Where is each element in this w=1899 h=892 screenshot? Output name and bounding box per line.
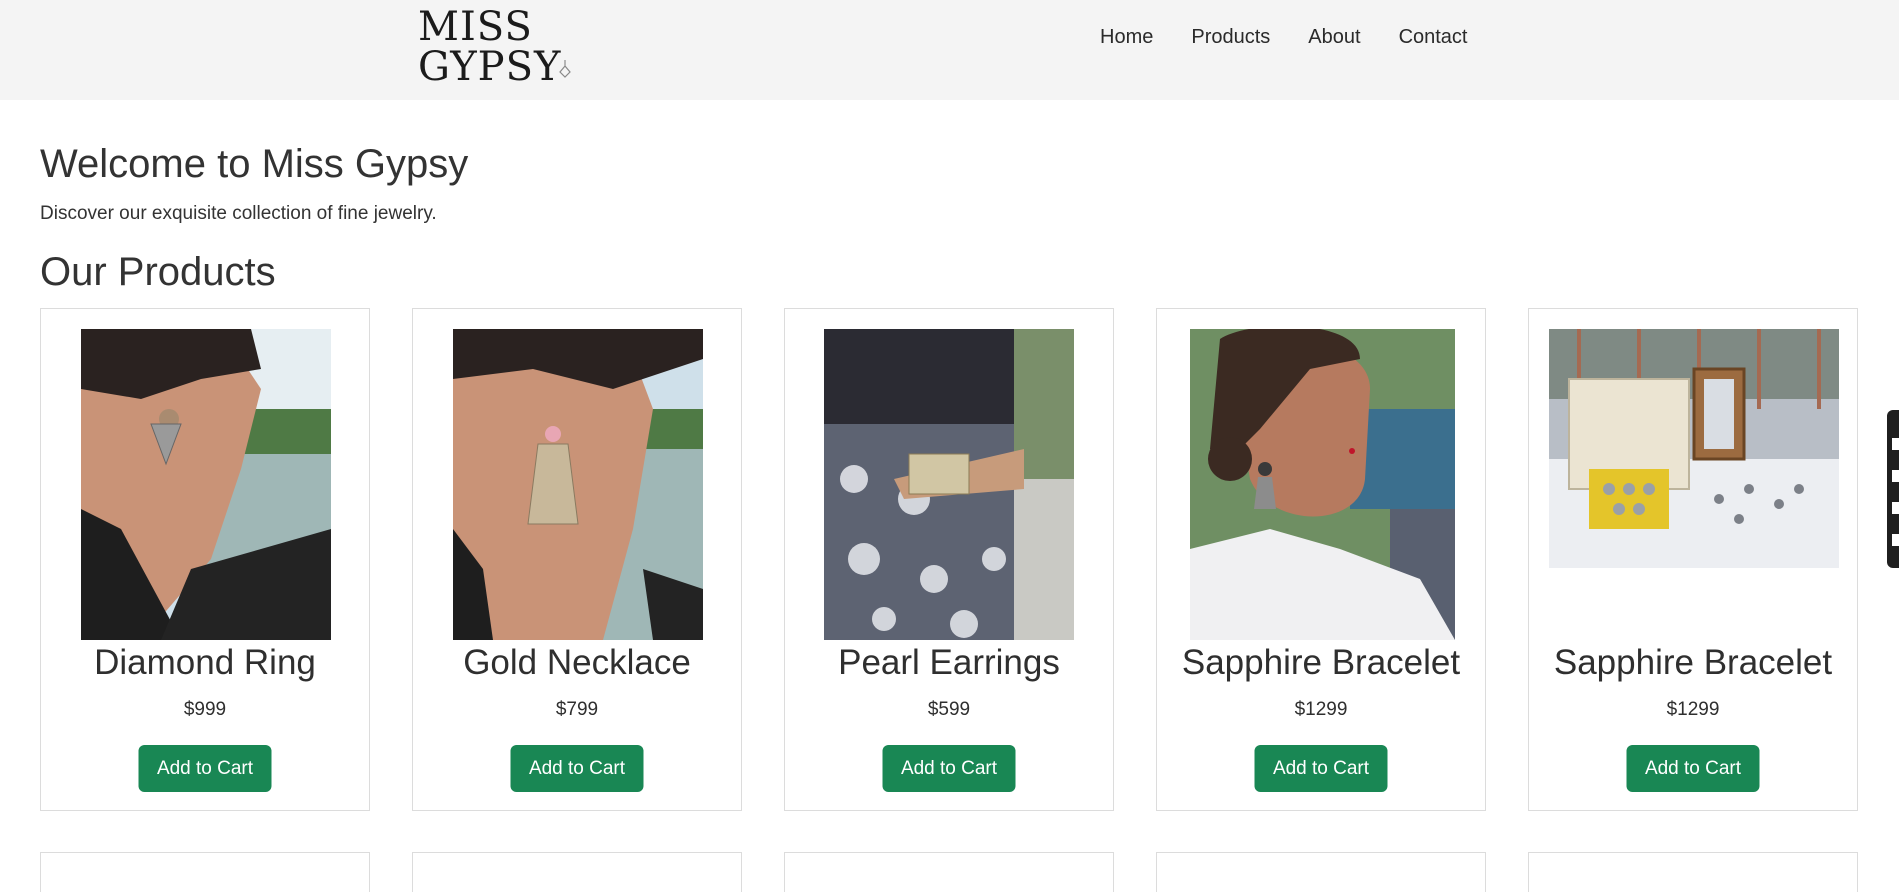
pendant-icon [559, 60, 571, 78]
product-image [1190, 329, 1455, 640]
product-image [1549, 329, 1839, 568]
product-name: Gold Necklace [463, 643, 691, 682]
product-card: Sapphire Bracelet $1299 Add to Cart [1528, 308, 1858, 811]
main-nav: Home Products About Contact [1100, 26, 1468, 49]
product-card: Diamond Ring $999 Add to Cart [40, 308, 370, 811]
toolbar-icon [1892, 438, 1899, 450]
welcome-title: Welcome to Miss Gypsy [40, 142, 469, 186]
product-name: Sapphire Bracelet [1553, 643, 1833, 682]
product-price: $999 [183, 699, 227, 720]
products-heading: Our Products [40, 250, 276, 294]
nav-products-link[interactable]: Products [1191, 26, 1270, 49]
product-card: Gold Necklace $799 Add to Cart [412, 308, 742, 811]
toolbar-icon [1892, 502, 1899, 514]
product-name: Pearl Earrings [838, 643, 1060, 682]
toolbar-icon [1892, 534, 1899, 546]
product-card [1528, 852, 1858, 892]
welcome-subtitle: Discover our exquisite collection of fin… [40, 203, 437, 224]
product-card [1156, 852, 1486, 892]
nav-contact-link[interactable]: Contact [1399, 26, 1468, 49]
nav-about-link[interactable]: About [1308, 26, 1360, 49]
add-to-cart-button[interactable]: Add to Cart [1626, 745, 1760, 792]
add-to-cart-button[interactable]: Add to Cart [510, 745, 644, 792]
product-card: Pearl Earrings $599 Add to Cart [784, 308, 1114, 811]
add-to-cart-button[interactable]: Add to Cart [138, 745, 272, 792]
product-image [81, 329, 331, 640]
product-price: $599 [927, 699, 971, 720]
product-image [824, 329, 1074, 640]
product-card [412, 852, 742, 892]
site-header: MISS GYPSY Home Products About Contact [0, 0, 1899, 100]
logo-text: MISS GYPSY [418, 4, 562, 90]
product-image [453, 329, 703, 640]
product-price: $1299 [1294, 699, 1348, 720]
product-name: Diamond Ring [94, 643, 316, 682]
toolbar-icon [1892, 470, 1899, 482]
product-price: $799 [555, 699, 599, 720]
add-to-cart-button[interactable]: Add to Cart [1254, 745, 1388, 792]
nav-home-link[interactable]: Home [1100, 26, 1153, 49]
product-price: $1299 [1666, 699, 1720, 720]
add-to-cart-button[interactable]: Add to Cart [882, 745, 1016, 792]
brand-logo[interactable]: MISS GYPSY [418, 7, 648, 87]
product-card [40, 852, 370, 892]
product-card [784, 852, 1114, 892]
product-card: Sapphire Bracelet $1299 Add to Cart [1156, 308, 1486, 811]
side-toolbar[interactable] [1887, 410, 1899, 568]
product-name: Sapphire Bracelet [1181, 643, 1461, 682]
